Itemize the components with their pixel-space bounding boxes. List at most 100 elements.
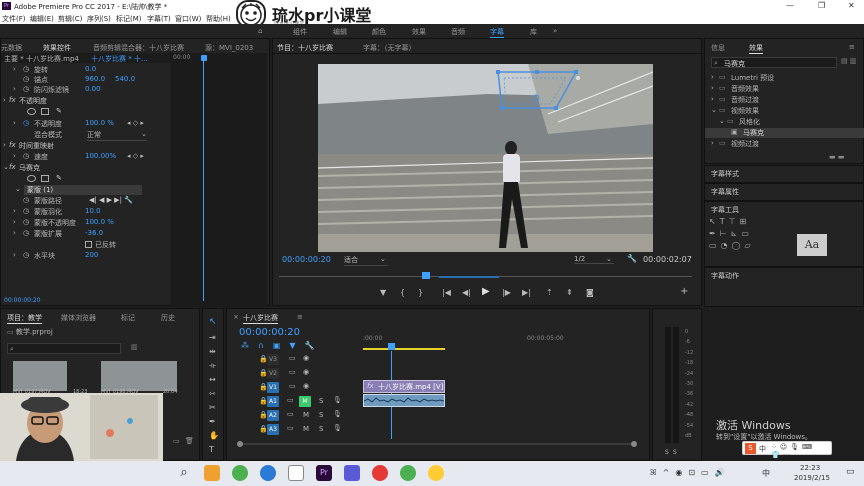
tab-captions[interactable]: 字幕：（无字幕） [363, 43, 416, 53]
lift-icon[interactable]: ⇡ [546, 288, 553, 297]
app-icon[interactable] [344, 465, 360, 481]
fx-icon[interactable]: fx [9, 163, 16, 171]
razor-tool-icon[interactable]: ✂ [209, 403, 216, 412]
fx-icon[interactable]: fx [9, 96, 16, 104]
clock-icon[interactable]: ◷ [23, 229, 29, 237]
caption-tool-grid[interactable]: ↖T⊤⊞ ✒⊢⊾▭ ▭◔◯▱ [709, 216, 789, 252]
solo-button[interactable]: S [319, 411, 323, 419]
menu-window[interactable]: 窗口(W) [175, 14, 201, 24]
mark-out-icon[interactable]: } [418, 288, 423, 297]
horizontal-blocks-value[interactable]: 200 [85, 251, 98, 259]
audio-clip[interactable] [363, 394, 445, 407]
meter-solo-right[interactable]: S [673, 449, 677, 456]
close-tab-icon[interactable]: × [233, 313, 239, 321]
meter-solo-left[interactable]: S [665, 449, 669, 456]
ime-indicator[interactable]: 中 [762, 468, 770, 479]
workspace-tab-assembly[interactable]: 组件 [293, 27, 307, 37]
workspace-tab-captions[interactable]: 字幕 [490, 27, 504, 38]
export-frame-icon[interactable]: ◙ [586, 288, 594, 297]
clip-thumbnail[interactable] [101, 361, 177, 391]
ime-toolbar[interactable]: S 中 ⁘☺🎙⌨👕⋯ [742, 441, 832, 459]
caption-tools-label[interactable]: 字幕工具 [711, 205, 739, 215]
tab-project[interactable]: 项目：教学 [7, 313, 42, 324]
ellipse-mask-icon[interactable] [27, 108, 36, 115]
clip-thumbnail[interactable] [13, 361, 67, 391]
mute-button[interactable]: M [303, 411, 309, 419]
maximize-icon[interactable]: ❐ [818, 1, 825, 10]
program-scrubber[interactable] [279, 272, 692, 280]
hand-tool-icon[interactable]: ✋ [209, 431, 219, 440]
anchor-y-value[interactable]: 540.0 [115, 75, 135, 83]
mask-feather-value[interactable]: 10.0 [85, 207, 101, 215]
tab-sequence[interactable]: 十八岁比赛 [243, 313, 278, 324]
opacity-section[interactable]: › fx 不透明度 [1, 96, 171, 106]
film-icon[interactable]: ▭ [287, 424, 294, 432]
chevron-down-icon[interactable]: ⌄ [141, 130, 147, 138]
tree-item-audio-transitions[interactable]: › ▭ 音频过渡 [705, 95, 864, 105]
step-back-icon[interactable]: ◀| [462, 288, 471, 297]
selection-tool-icon[interactable]: ↖ [209, 317, 217, 327]
timeline-playhead[interactable] [388, 343, 395, 350]
tab-audio-clip-mixer[interactable]: 音频剪辑混合器：十八岁比赛 [93, 43, 184, 53]
clock-icon[interactable]: ◷ [23, 85, 29, 93]
mask-opacity-value[interactable]: 100.0 % [85, 218, 114, 226]
eye-icon[interactable]: ◉ [303, 382, 309, 390]
workspace-tab-library[interactable]: 库 [530, 27, 537, 37]
microphone-icon[interactable]: 🎙 [333, 424, 342, 432]
folder-icon[interactable]: ▭ [173, 437, 180, 445]
tab-metadata[interactable]: 元数据 [1, 43, 22, 53]
browser-360-icon[interactable] [232, 465, 248, 481]
mask-expansion-value[interactable]: -36.0 [85, 229, 103, 237]
rolling-edit-icon[interactable]: ⟛ [209, 361, 216, 371]
track-label[interactable]: V3 [267, 354, 279, 365]
tab-markers[interactable]: 标记 [121, 313, 135, 323]
play-icon[interactable]: ▶ [482, 286, 490, 297]
timeline-tool-icons[interactable]: ⁂∩▣▼🔧 [241, 341, 324, 350]
mute-button[interactable]: M [303, 425, 309, 433]
menu-file[interactable]: 文件(F) [2, 14, 26, 24]
notification-icon[interactable]: ▭ [846, 467, 855, 477]
clock-icon[interactable]: ◷ [23, 65, 29, 73]
flicker-value[interactable]: 0.00 [85, 85, 101, 93]
add-marker-icon[interactable]: ▼ [380, 288, 386, 297]
menu-edit[interactable]: 编辑(E) [30, 14, 54, 24]
microphone-icon[interactable]: 🎙 [333, 396, 342, 404]
close-icon[interactable]: ✕ [848, 1, 855, 10]
track-label[interactable]: V2 [267, 368, 279, 379]
caption-font-preview[interactable]: Aa [797, 234, 827, 256]
search-icon[interactable]: ⌕ [176, 465, 192, 481]
clock-icon[interactable]: ◷ [23, 75, 29, 83]
record-icon[interactable] [372, 465, 388, 481]
keyframe-area[interactable]: 00:00 [171, 53, 267, 307]
blend-mode-select[interactable]: 正常 [87, 130, 147, 141]
caption-styles-label[interactable]: 字幕样式 [711, 169, 739, 179]
text-tool-icon[interactable]: T [209, 445, 214, 454]
clock-icon[interactable]: ◷ [23, 218, 29, 226]
film-icon[interactable]: ▭ [289, 354, 296, 362]
menu-help[interactable]: 帮助(H) [206, 14, 231, 24]
mute-button[interactable]: M [299, 396, 311, 407]
caption-actions-label[interactable]: 字幕动作 [711, 271, 739, 281]
opacity-value[interactable]: 100.0 % [85, 119, 114, 127]
more-workspaces-icon[interactable]: » [553, 27, 557, 35]
ie-icon[interactable] [260, 465, 276, 481]
pen-mask-icon[interactable]: ✎ [56, 107, 62, 115]
tab-info[interactable]: 信息 [711, 43, 725, 53]
solo-button[interactable]: S [319, 425, 323, 433]
project-search-input[interactable]: ⌕ [7, 343, 121, 354]
speed-value[interactable]: 100.00% [85, 152, 116, 160]
home-icon[interactable]: ⌂ [258, 27, 262, 35]
clock-icon[interactable]: ◷ [23, 251, 29, 259]
timeline-timecode[interactable]: 00:00:00:20 [239, 327, 300, 338]
microphone-icon[interactable]: 🎙 [333, 410, 342, 418]
program-video-frame[interactable] [318, 64, 653, 252]
qq-icon[interactable] [428, 465, 444, 481]
tab-source[interactable]: 源：MVI_0203 [205, 43, 253, 53]
track-label[interactable]: A2 [267, 410, 279, 421]
panel-menu-icon[interactable]: ≡ [849, 43, 855, 51]
premiere-taskbar-icon[interactable]: Pr [316, 465, 332, 481]
resolution-select[interactable]: 1/2 ⌄ [574, 255, 614, 264]
wechat-icon[interactable] [400, 465, 416, 481]
clock-icon[interactable]: ◷ [23, 152, 29, 160]
program-timecode[interactable]: 00:00:00:20 [282, 255, 331, 264]
